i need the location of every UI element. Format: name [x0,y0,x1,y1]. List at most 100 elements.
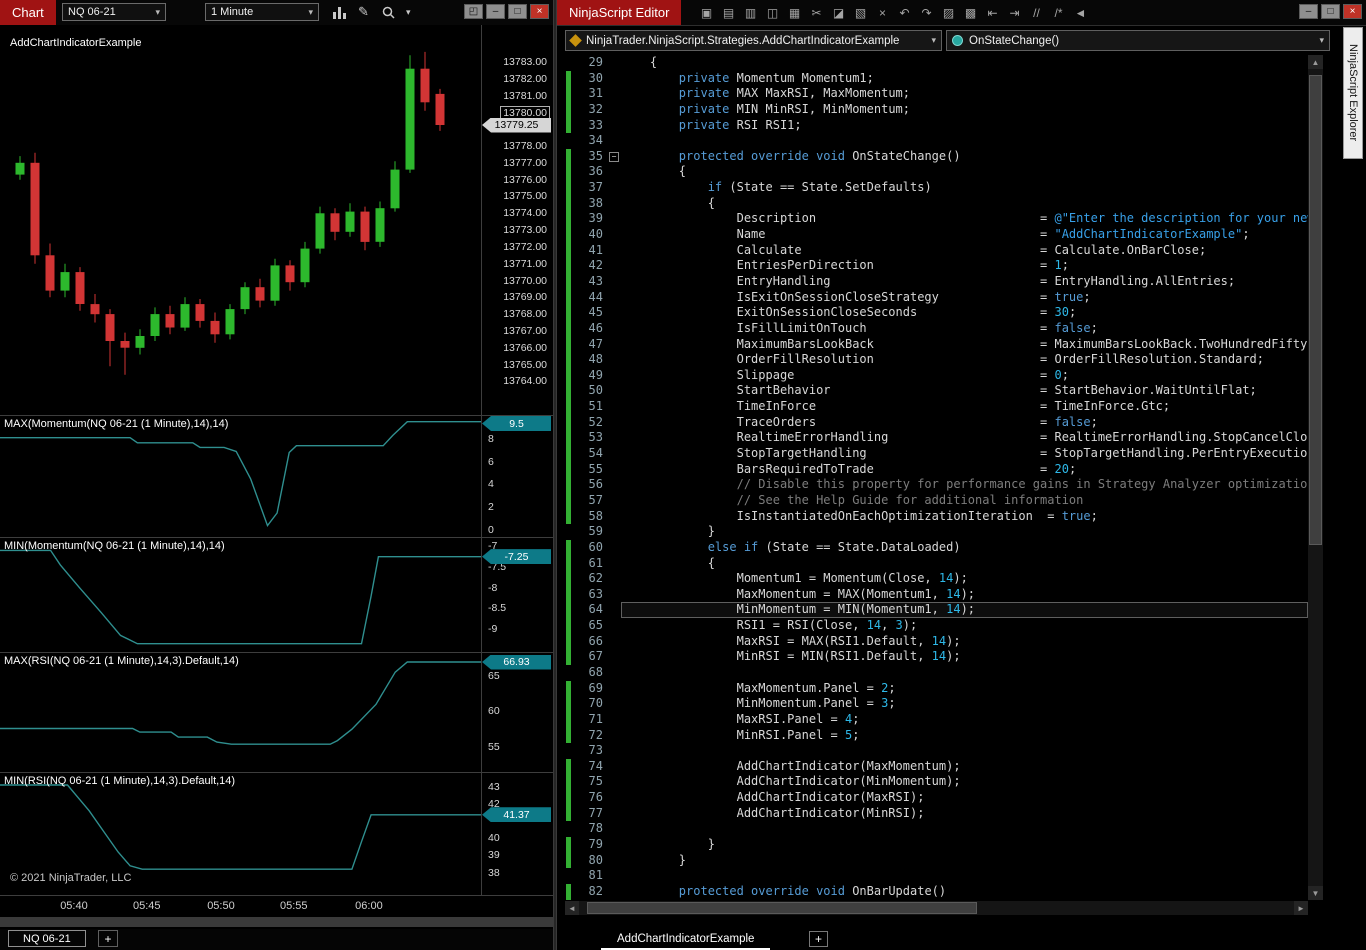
comment-selection-icon[interactable]: // [1027,4,1046,21]
indicator-plot[interactable] [0,416,482,537]
code-line-39[interactable]: 39 Description = @"Enter the description… [565,211,1308,228]
code-line-41[interactable]: 41 Calculate = Calculate.OnBarClose; [565,242,1308,259]
indicator-plot[interactable] [0,653,482,772]
select-all-icon[interactable]: ▦ [785,4,804,21]
code-line-76[interactable]: 76 AddChartIndicator(MaxRSI); [565,790,1308,806]
code-line-75[interactable]: 75 AddChartIndicator(MinMomentum); [565,774,1308,791]
print-icon[interactable]: ▥ [741,4,760,21]
code-line-63[interactable]: 63 MaxMomentum = MAX(Momentum1, 14); [565,586,1308,603]
save-icon[interactable]: ▣ [697,4,716,21]
code-line-48[interactable]: 48 OrderFillResolution = OrderFillResolu… [565,352,1308,368]
code-line-74[interactable]: 74 AddChartIndicator(MaxMomentum); [565,758,1308,775]
maximize-button[interactable]: □ [508,4,527,19]
horizontal-scrollbar[interactable]: ◄ ► [565,901,1308,915]
add-chart-tab-button[interactable]: + [98,930,118,947]
code-line-40[interactable]: 40 Name = "AddChartIndicatorExample"; [565,227,1308,243]
code-line-82[interactable]: 82 protected override void OnBarUpdate() [565,883,1308,900]
code-line-70[interactable]: 70 MinMomentum.Panel = 3; [565,696,1308,712]
code-line-45[interactable]: 45 ExitOnSessionCloseSeconds = 30; [565,305,1308,321]
scroll-left-icon[interactable]: ◄ [565,901,579,915]
code-line-56[interactable]: 56 // Disable this property for performa… [565,477,1308,493]
code-line-46[interactable]: 46 IsFillLimitOnTouch = false; [565,320,1308,337]
chart-style-icon[interactable] [332,4,346,20]
compile-all-icon[interactable]: ▩ [961,4,980,21]
class-selector-dropdown[interactable]: NinjaTrader.NinjaScript.Strategies.AddCh… [565,30,942,51]
layout-button[interactable]: ◰ [464,4,483,19]
tab-addchartindicatorexample[interactable]: AddChartIndicatorExample [601,929,771,950]
code-line-59[interactable]: 59 } [565,524,1308,540]
tab-nq-06-21[interactable]: NQ 06-21 [8,930,86,947]
code-line-65[interactable]: 65 RSI1 = RSI(Close, 14, 3); [565,618,1308,634]
code-line-43[interactable]: 43 EntryHandling = EntryHandling.AllEntr… [565,273,1308,290]
code-line-80[interactable]: 80 } [565,852,1308,869]
code-line-67[interactable]: 67 MinRSI = MIN(RSI1.Default, 14); [565,649,1308,665]
code-line-61[interactable]: 61 { [565,555,1308,572]
collapse-icon[interactable]: − [609,151,619,162]
code-line-52[interactable]: 52 TraceOrders = false; [565,414,1308,431]
scroll-right-icon[interactable]: ► [1294,901,1308,915]
code-line-37[interactable]: 37 if (State == State.SetDefaults) [565,180,1308,196]
code-editor[interactable]: 29 {30 private Momentum Momentum1; 31 pri… [565,55,1308,900]
code-line-44[interactable]: 44 IsExitOnSessionCloseStrategy = true; [565,289,1308,306]
save-all-icon[interactable]: ▤ [719,4,738,21]
compile-icon[interactable]: ▨ [939,4,958,21]
horizontal-scroll-thumb[interactable] [587,902,977,914]
code-line-66[interactable]: 66 MaxRSI = MAX(RSI1.Default, 14); [565,633,1308,650]
method-selector-dropdown[interactable]: OnStateChange() ▾ [946,30,1330,51]
print-preview-icon[interactable]: ◫ [763,4,782,21]
code-line-79[interactable]: 79 } [565,837,1308,853]
code-line-72[interactable]: 72 MinRSI.Panel = 5; [565,727,1308,744]
code-line-73[interactable]: 73 [565,743,1308,759]
code-line-29[interactable]: 29 { [565,55,1308,71]
close-button[interactable]: × [530,4,549,19]
debug-flag-icon[interactable]: ◄ [1071,4,1090,21]
code-line-42[interactable]: 42 EntriesPerDirection = 1; [565,258,1308,274]
code-line-81[interactable]: 81 [565,868,1308,884]
code-line-49[interactable]: 49 Slippage = 0; [565,367,1308,384]
code-line-34[interactable]: 34 [565,133,1308,149]
instrument-select[interactable]: NQ 06-21 ▾ [62,3,166,21]
code-line-77[interactable]: 77 AddChartIndicator(MinRSI); [565,805,1308,822]
code-line-51[interactable]: 51 TimeInForce = TimeInForce.Gtc; [565,399,1308,415]
outdent-icon[interactable]: ⇤ [983,4,1002,21]
zoom-icon[interactable] [382,4,395,20]
code-line-50[interactable]: 50 StartBehavior = StartBehavior.WaitUnt… [565,383,1308,400]
indicator-plot[interactable] [0,538,482,652]
vertical-scroll-thumb[interactable] [1309,75,1322,545]
code-line-53[interactable]: 53 RealtimeErrorHandling = RealtimeError… [565,430,1308,447]
close-button[interactable]: × [1343,4,1362,19]
code-line-60[interactable]: 60 else if (State == State.DataLoaded) [565,539,1308,556]
undo-icon[interactable]: ↶ [895,4,914,21]
code-line-36[interactable]: 36 { [565,164,1308,181]
chart-scrollbar[interactable] [0,917,553,927]
code-line-31[interactable]: 31 private MAX MaxRSI, MaxMomentum; [565,86,1308,102]
code-line-30[interactable]: 30 private Momentum Momentum1; [565,70,1308,87]
code-line-54[interactable]: 54 StopTargetHandling = StopTargetHandli… [565,446,1308,462]
code-line-71[interactable]: 71 MaxRSI.Panel = 4; [565,711,1308,728]
price-plot[interactable] [0,25,482,415]
scroll-down-icon[interactable]: ▼ [1308,886,1323,900]
paste-icon[interactable]: ▧ [851,4,870,21]
code-line-32[interactable]: 32 private MIN MinRSI, MinMomentum; [565,101,1308,118]
vertical-scrollbar[interactable]: ▲ ▼ [1308,55,1323,900]
code-line-58[interactable]: 58 IsInstantiatedOnEachOptimizationItera… [565,508,1308,525]
code-line-64[interactable]: 64 MinMomentum = MIN(Momentum1, 14); [565,602,1308,619]
ninjascript-explorer-tab[interactable]: NinjaScript Explorer [1343,27,1363,159]
code-line-69[interactable]: 69 MaxMomentum.Panel = 2; [565,680,1308,697]
maximize-button[interactable]: □ [1321,4,1340,19]
code-line-57[interactable]: 57 // See the Help Guide for additional … [565,492,1308,509]
scroll-up-icon[interactable]: ▲ [1308,55,1323,69]
minimize-button[interactable]: – [1299,4,1318,19]
code-line-38[interactable]: 38 { [565,195,1308,212]
code-line-55[interactable]: 55 BarsRequiredToTrade = 20; [565,461,1308,478]
interval-select[interactable]: 1 Minute ▾ [205,3,319,21]
code-line-68[interactable]: 68 [565,665,1308,681]
code-line-47[interactable]: 47 MaximumBarsLookBack = MaximumBarsLook… [565,336,1308,353]
code-line-78[interactable]: 78 [565,821,1308,837]
toolbar-more-icon[interactable]: ▾ [406,4,411,20]
indent-icon[interactable]: ⇥ [1005,4,1024,21]
code-line-33[interactable]: 33 private RSI RSI1; [565,117,1308,134]
drawing-tools-icon[interactable]: ✎ [358,4,369,20]
uncomment-selection-icon[interactable]: /* [1049,4,1068,21]
delete-icon[interactable]: × [873,4,892,21]
